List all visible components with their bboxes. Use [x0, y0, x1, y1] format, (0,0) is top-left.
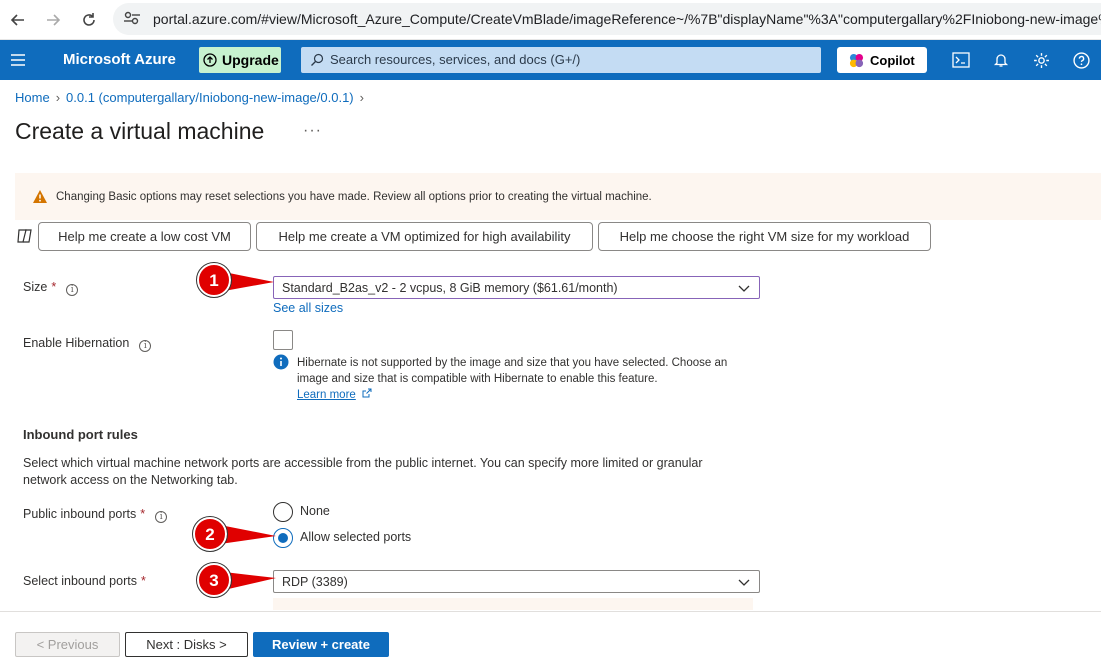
annotation-number: 3 [209, 571, 218, 590]
browser-toolbar: portal.azure.com/#view/Microsoft_Azure_C… [0, 0, 1101, 40]
reload-icon[interactable] [75, 6, 103, 34]
back-icon[interactable] [4, 6, 32, 34]
upgrade-label: Upgrade [222, 52, 279, 68]
info-icon[interactable]: i [66, 284, 79, 296]
search-placeholder: Search resources, services, and docs (G+… [330, 52, 581, 67]
chevron-right-icon: › [55, 90, 61, 105]
settings-gear-icon[interactable] [1031, 50, 1051, 70]
portal-brand[interactable]: Microsoft Azure [63, 51, 176, 68]
annotation-marker-1: 1 [196, 262, 274, 298]
upgrade-button[interactable]: Upgrade [199, 47, 281, 73]
help-low-cost-vm-button[interactable]: Help me create a low cost VM [38, 222, 251, 251]
help-vm-size-button[interactable]: Help me choose the right VM size for my … [598, 222, 931, 251]
url-text: portal.azure.com/#view/Microsoft_Azure_C… [153, 11, 1101, 27]
breadcrumb-home[interactable]: Home [15, 90, 50, 105]
review-create-button[interactable]: Review + create [253, 632, 389, 657]
ports-warning-strip [273, 598, 753, 610]
azure-top-bar: Microsoft Azure Upgrade Search resources… [0, 40, 1101, 80]
help-question-icon[interactable] [1071, 50, 1091, 70]
copilot-label: Copilot [870, 52, 915, 68]
breadcrumb-image[interactable]: 0.0.1 (computergallary/Iniobong-new-imag… [66, 90, 354, 105]
warning-text: Changing Basic options may reset selecti… [56, 191, 652, 203]
copilot-help-icon [16, 228, 34, 244]
search-input[interactable]: Search resources, services, and docs (G+… [301, 47, 821, 73]
upgrade-icon [203, 53, 217, 67]
annotation-number: 1 [209, 271, 218, 290]
info-icon[interactable]: i [139, 340, 152, 352]
cloud-shell-icon[interactable] [951, 50, 971, 70]
public-ports-label: Public inbound ports * i [23, 507, 168, 523]
learn-more-link[interactable]: Learn more [297, 389, 356, 401]
help-high-availability-button[interactable]: Help me create a VM optimized for high a… [256, 222, 593, 251]
inbound-ports-value: RDP (3389) [282, 574, 348, 589]
info-icon[interactable]: i [155, 511, 168, 523]
inbound-ports-dropdown[interactable]: RDP (3389) [273, 570, 760, 593]
annotation-number: 2 [205, 525, 214, 544]
search-icon [310, 53, 324, 67]
inbound-section-title: Inbound port rules [23, 427, 138, 442]
radio-allow-label[interactable]: Allow selected ports [300, 530, 411, 544]
annotation-marker-2: 2 [192, 516, 276, 552]
hibernation-info: Hibernate is not supported by the image … [297, 357, 728, 401]
size-label: Size * i [23, 280, 79, 296]
notifications-bell-icon[interactable] [991, 50, 1011, 70]
hibernation-checkbox[interactable] [273, 330, 293, 350]
more-options-icon[interactable]: ··· [303, 122, 322, 140]
forward-icon[interactable] [39, 6, 67, 34]
copilot-icon [849, 53, 864, 67]
chevron-down-icon [738, 579, 750, 586]
wizard-footer: < Previous Next : Disks > Review + creat… [0, 611, 1101, 670]
previous-button[interactable]: < Previous [15, 632, 120, 657]
menu-icon[interactable] [10, 52, 26, 68]
warning-icon [32, 189, 48, 205]
external-link-icon [362, 388, 372, 398]
address-bar[interactable]: portal.azure.com/#view/Microsoft_Azure_C… [113, 3, 1101, 35]
see-all-sizes-link[interactable]: See all sizes [273, 301, 343, 315]
hibernation-label: Enable Hibernation i [23, 336, 152, 352]
radio-none-label[interactable]: None [300, 504, 330, 518]
annotation-marker-3: 3 [196, 562, 276, 598]
chevron-right-icon: › [359, 90, 364, 105]
select-ports-label: Select inbound ports * [23, 574, 146, 588]
inbound-description: Select which virtual machine network por… [23, 456, 703, 487]
next-disks-button[interactable]: Next : Disks > [125, 632, 248, 657]
warning-banner: Changing Basic options may reset selecti… [15, 173, 1101, 220]
chevron-down-icon [738, 285, 750, 292]
site-settings-icon[interactable] [123, 10, 143, 28]
info-circle-icon [273, 354, 289, 370]
size-dropdown[interactable]: Standard_B2as_v2 - 2 vcpus, 8 GiB memory… [273, 276, 760, 299]
breadcrumb: Home › 0.0.1 (computergallary/Iniobong-new… [15, 90, 370, 105]
page-title: Create a virtual machine [15, 118, 265, 144]
size-dropdown-value: Standard_B2as_v2 - 2 vcpus, 8 GiB memory… [282, 280, 618, 295]
copilot-button[interactable]: Copilot [837, 47, 927, 73]
